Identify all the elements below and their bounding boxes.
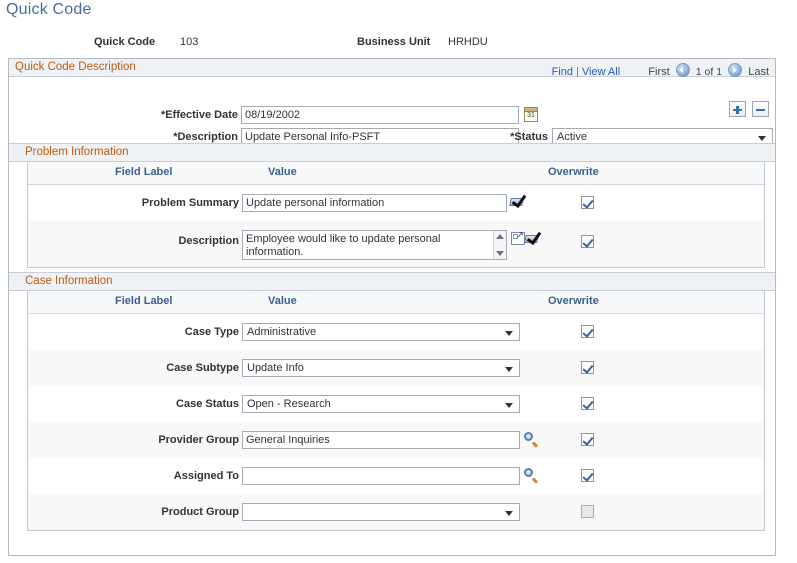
quick-code-label: Quick Code xyxy=(94,36,156,48)
case-status-overwrite-checkbox[interactable] xyxy=(581,397,594,410)
provider-group-overwrite-checkbox[interactable] xyxy=(581,433,594,446)
case-subtype-label: Case Subtype xyxy=(166,362,239,374)
problem-summary-input[interactable]: Update personal information xyxy=(242,194,507,212)
problem-summary-overwrite-checkbox[interactable] xyxy=(581,196,594,209)
table-row: Description Employee would like to updat… xyxy=(28,221,764,267)
delete-row-button[interactable] xyxy=(752,101,769,117)
effective-date-input[interactable]: 08/19/2002 xyxy=(241,106,519,124)
assigned-to-input[interactable] xyxy=(242,467,520,485)
problem-summary-label: Problem Summary xyxy=(141,197,239,209)
table-row: Provider Group General Inquiries xyxy=(28,422,764,458)
textarea-scrollbar[interactable] xyxy=(493,231,506,259)
problem-description-label: Description xyxy=(178,235,239,247)
page-title: Quick Code xyxy=(6,1,92,18)
panel-title: Quick Code Description xyxy=(15,61,136,73)
row-action-buttons xyxy=(726,101,769,120)
product-group-overwrite-checkbox[interactable] xyxy=(581,505,594,518)
case-type-label: Case Type xyxy=(184,326,239,338)
case-status-label: Case Status xyxy=(176,398,239,410)
product-group-label: Product Group xyxy=(161,506,239,518)
table-row: Case Status Open - Research xyxy=(28,386,764,422)
case-status-select[interactable]: Open - Research xyxy=(242,395,520,413)
assigned-to-overwrite-checkbox[interactable] xyxy=(581,469,594,482)
business-unit-label: Business Unit xyxy=(357,36,431,48)
case-col-value: Value xyxy=(268,295,297,307)
status-label: *Status xyxy=(510,131,548,143)
effective-dated-form: *Effective Date 08/19/2002 *Description … xyxy=(9,77,775,165)
key-fields-row: Quick Code 103 Business Unit HRHDU xyxy=(0,32,797,54)
case-subtype-overwrite-checkbox[interactable] xyxy=(581,361,594,374)
problem-information-grid: Field Label Value Overwrite Problem Summ… xyxy=(27,162,765,268)
spellcheck-icon[interactable] xyxy=(509,191,528,209)
case-type-select[interactable]: Administrative xyxy=(242,323,520,341)
quick-code-page: Quick Code Quick Code 103 Business Unit … xyxy=(0,0,797,563)
table-row: Product Group xyxy=(28,494,764,530)
panel-header: Quick Code Description Find | View All Fir… xyxy=(9,59,775,78)
calendar-icon[interactable] xyxy=(524,107,538,122)
case-information-grid: Field Label Value Overwrite Case Type Ad… xyxy=(27,291,765,531)
problem-col-overwrite: Overwrite xyxy=(548,166,599,178)
next-page-icon[interactable] xyxy=(728,63,743,77)
table-row: Case Subtype Update Info xyxy=(28,350,764,386)
problem-description-text: Employee would like to update personal i… xyxy=(246,233,441,258)
case-information-header: Case Information xyxy=(9,272,775,291)
case-col-overwrite: Overwrite xyxy=(548,295,599,307)
case-col-field-label: Field Label xyxy=(115,295,173,307)
spellcheck-icon[interactable] xyxy=(524,228,543,246)
table-row: Problem Summary Update personal informat… xyxy=(28,185,764,221)
case-grid-column-headers: Field Label Value Overwrite xyxy=(28,291,764,314)
problem-grid-column-headers: Field Label Value Overwrite xyxy=(28,162,764,185)
problem-description-textarea[interactable]: Employee would like to update personal i… xyxy=(242,230,507,260)
assigned-to-lookup-icon[interactable] xyxy=(524,468,539,483)
table-row: Assigned To xyxy=(28,458,764,494)
previous-page-icon[interactable] xyxy=(675,63,690,77)
product-group-select[interactable] xyxy=(242,503,520,521)
assigned-to-label: Assigned To xyxy=(173,470,239,482)
description-label: *Description xyxy=(173,131,238,143)
add-row-button[interactable] xyxy=(728,101,746,117)
problem-information-header: Problem Information xyxy=(9,143,775,162)
expand-icon[interactable] xyxy=(511,230,525,245)
panel-nav: Find | View All First 1 of 1 Last xyxy=(552,61,769,78)
quick-code-value: 103 xyxy=(180,36,199,48)
business-unit-value: HRHDU xyxy=(448,36,488,48)
effective-date-label: *Effective Date xyxy=(160,109,238,121)
problem-col-value: Value xyxy=(268,166,297,178)
case-type-overwrite-checkbox[interactable] xyxy=(581,325,594,338)
provider-group-input[interactable]: General Inquiries xyxy=(242,431,520,449)
table-row: Case Type Administrative xyxy=(28,314,764,350)
provider-group-label: Provider Group xyxy=(158,434,239,446)
case-information-title: Case Information xyxy=(25,275,113,287)
provider-group-lookup-icon[interactable] xyxy=(524,432,539,447)
problem-col-field-label: Field Label xyxy=(115,166,173,178)
case-subtype-select[interactable]: Update Info xyxy=(242,359,520,377)
problem-description-overwrite-checkbox[interactable] xyxy=(581,235,594,248)
quick-code-description-panel: Quick Code Description Find | View All Fir… xyxy=(8,58,776,556)
problem-information-title: Problem Information xyxy=(25,146,129,158)
